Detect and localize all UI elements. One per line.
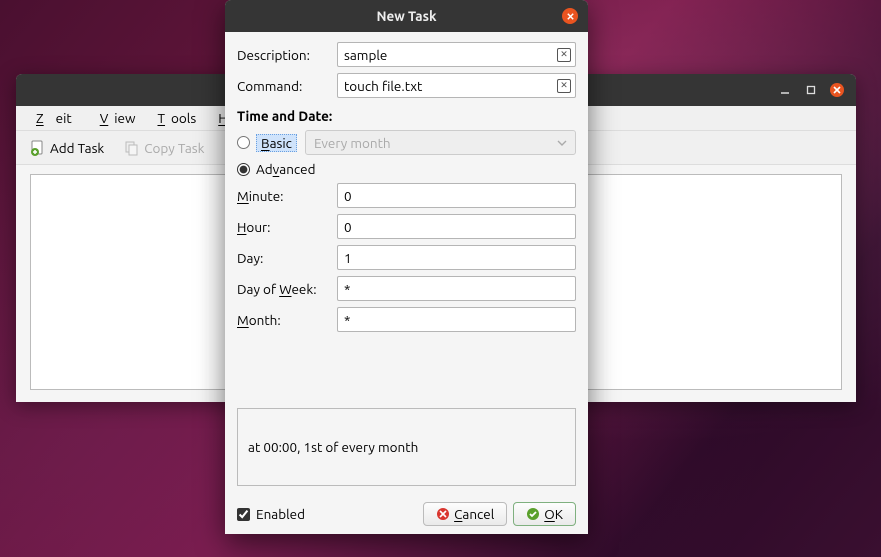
advanced-radio[interactable] <box>237 163 250 176</box>
copy-icon <box>124 140 140 156</box>
dow-input[interactable] <box>337 276 576 301</box>
cancel-icon <box>436 507 450 521</box>
copy-task-label: Copy Task <box>144 140 204 156</box>
menu-tools[interactable]: Tools <box>146 108 203 128</box>
command-input[interactable] <box>337 73 576 98</box>
dropdown-value: Every month <box>314 135 391 151</box>
copy-task-button: Copy Task <box>118 136 210 160</box>
command-label: Command: <box>237 78 337 94</box>
enabled-checkbox[interactable] <box>237 508 250 521</box>
month-label: Month: <box>237 312 337 328</box>
minute-label: Minute: <box>237 188 337 204</box>
time-date-heading: Time and Date: <box>237 108 576 124</box>
close-icon[interactable] <box>830 83 844 97</box>
minute-input[interactable] <box>337 183 576 208</box>
new-task-dialog: New Task Description: ✕ Command: ✕ Time … <box>225 0 588 534</box>
day-label: Day: <box>237 250 337 266</box>
menu-zeit[interactable]: Zeit <box>24 108 84 128</box>
basic-radio[interactable] <box>237 136 250 149</box>
dialog-close-icon[interactable] <box>562 8 578 24</box>
hour-input[interactable] <box>337 214 576 239</box>
menu-view[interactable]: View <box>88 108 142 128</box>
description-label: Description: <box>237 47 337 63</box>
day-input[interactable] <box>337 245 576 270</box>
description-input[interactable] <box>337 42 576 67</box>
schedule-summary: at 00:00, 1st of every month <box>237 408 576 486</box>
enabled-label: Enabled <box>256 506 305 522</box>
maximize-icon[interactable] <box>804 83 818 97</box>
month-input[interactable] <box>337 307 576 332</box>
hour-label: Hour: <box>237 219 337 235</box>
chevron-down-icon <box>557 138 567 148</box>
basic-frequency-dropdown: Every month <box>305 130 576 155</box>
add-task-label: Add Task <box>50 140 104 156</box>
dialog-body: Description: ✕ Command: ✕ Time and Date:… <box>225 32 588 496</box>
dow-label: Day of Week: <box>237 281 337 297</box>
advanced-radio-label: Advanced <box>256 161 315 177</box>
add-task-button[interactable]: Add Task <box>24 136 110 160</box>
basic-radio-label: Basic <box>256 134 297 152</box>
add-document-icon <box>30 140 46 156</box>
ok-icon <box>526 507 540 521</box>
clear-description-icon[interactable]: ✕ <box>557 48 571 62</box>
ok-button[interactable]: OK <box>513 502 576 526</box>
dialog-title: New Task <box>376 8 436 24</box>
dialog-footer: Enabled Cancel OK <box>225 496 588 534</box>
minimize-icon[interactable] <box>778 83 792 97</box>
clear-command-icon[interactable]: ✕ <box>557 79 571 93</box>
cancel-button[interactable]: Cancel <box>423 502 507 526</box>
dialog-title-bar: New Task <box>225 0 588 32</box>
